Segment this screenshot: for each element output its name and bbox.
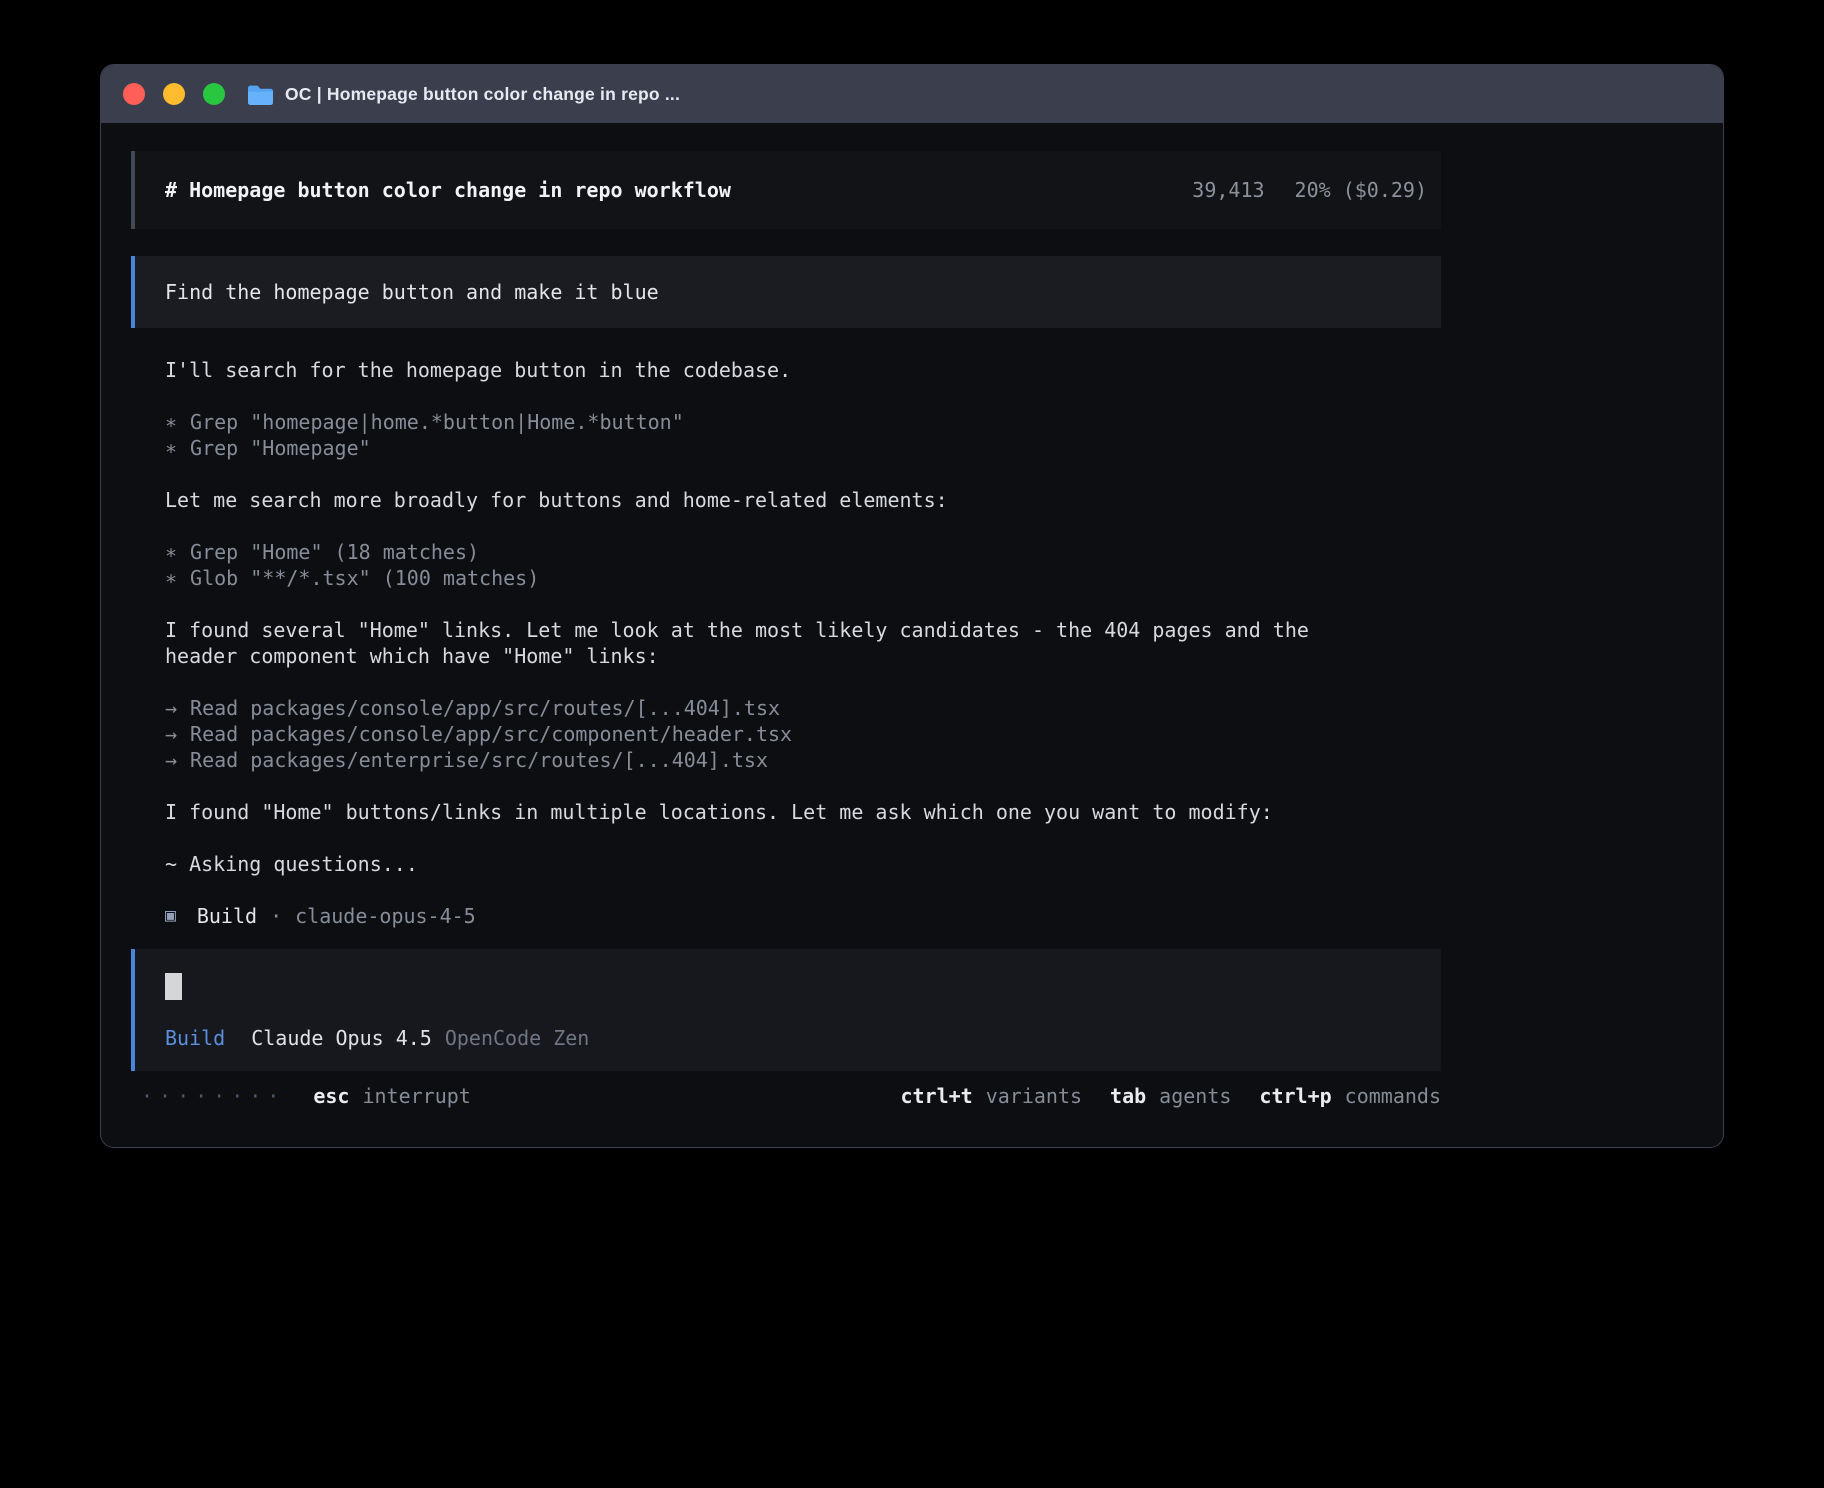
arrow-right-icon: → (165, 696, 177, 720)
assistant-text: header component which have "Home" links… (165, 643, 1441, 669)
terminal-content: # Homepage button color change in repo w… (101, 123, 1723, 1147)
session-stats: 39,413 20% ($0.29) (1192, 177, 1427, 203)
tool-call-line: ∗ Glob "**/*.tsx" (100 matches) (165, 565, 1441, 591)
file-read-line: → Read packages/enterprise/src/routes/[..… (165, 747, 1441, 773)
tool-call-icon: ∗ (165, 540, 177, 564)
model-label: Claude Opus 4.5 (251, 1025, 432, 1051)
tool-call-icon: ∗ (165, 566, 177, 590)
file-read-text: Read packages/console/app/src/routes/[..… (190, 696, 780, 720)
user-message: Find the homepage button and make it blu… (131, 256, 1441, 328)
context-cost: 20% ($0.29) (1295, 177, 1427, 203)
tool-call-line: ∗ Grep "homepage|home.*button|Home.*butto… (165, 409, 1441, 435)
agent-model: claude-opus-4-5 (295, 903, 476, 929)
variants-label: variants (986, 1083, 1082, 1109)
file-read-text: Read packages/console/app/src/component/… (190, 722, 792, 746)
assistant-paragraph: I found several "Home" links. Let me loo… (165, 617, 1441, 669)
tool-call-icon: ∗ (165, 436, 177, 460)
shortcut-variants: ctrl+t variants (900, 1083, 1082, 1109)
token-count: 39,413 (1192, 177, 1264, 203)
arrow-right-icon: → (165, 722, 177, 746)
ctrl-p-key-hint: ctrl+p (1259, 1083, 1331, 1109)
shortcut-commands: ctrl+p commands (1259, 1083, 1441, 1109)
tool-call-icon: ∗ (165, 410, 177, 434)
prompt-input[interactable]: Build Claude Opus 4.5 OpenCode Zen (131, 949, 1441, 1071)
traffic-lights (123, 83, 225, 105)
assistant-text: I found several "Home" links. Let me loo… (165, 617, 1441, 643)
tool-call-line: ∗ Grep "Homepage" (165, 435, 1441, 461)
zoom-button[interactable] (203, 83, 225, 105)
tool-call-text: Grep "Home" (18 matches) (190, 540, 479, 564)
esc-key-hint: esc (313, 1083, 349, 1109)
progress-dots: ········ (141, 1083, 285, 1109)
asking-status: ~ Asking questions... (165, 851, 1441, 877)
interrupt-label: interrupt (362, 1083, 470, 1109)
shortcut-agents: tab agents (1110, 1083, 1231, 1109)
agents-label: agents (1159, 1083, 1231, 1109)
file-read-text: Read packages/enterprise/src/routes/[...… (190, 748, 768, 772)
text-cursor (165, 973, 182, 1000)
assistant-text: I'll search for the homepage button in t… (165, 357, 1441, 383)
file-read-line: → Read packages/console/app/src/routes/[.… (165, 695, 1441, 721)
tool-call-line: ∗ Grep "Home" (18 matches) (165, 539, 1441, 565)
session-header: # Homepage button color change in repo w… (131, 151, 1441, 229)
window-title: OC | Homepage button color change in rep… (285, 84, 680, 105)
ctrl-t-key-hint: ctrl+t (900, 1083, 972, 1109)
file-read-group: → Read packages/console/app/src/routes/[.… (165, 695, 1441, 773)
status-left: ········ esc interrupt (131, 1083, 471, 1109)
folder-icon (247, 84, 274, 105)
user-message-text: Find the homepage button and make it blu… (165, 280, 659, 304)
status-bar: ········ esc interrupt ctrl+t variants t… (131, 1083, 1441, 1109)
terminal-window: OC | Homepage button color change in rep… (100, 64, 1724, 1148)
tool-call-text: Glob "**/*.tsx" (100 matches) (190, 566, 539, 590)
minimize-button[interactable] (163, 83, 185, 105)
provider-label: OpenCode Zen (445, 1025, 590, 1051)
assistant-text: I found "Home" buttons/links in multiple… (165, 799, 1441, 825)
tab-key-hint: tab (1110, 1083, 1146, 1109)
tool-call-group: ∗ Grep "Home" (18 matches) ∗ Glob "**/*.ts… (165, 539, 1441, 591)
assistant-text: Let me search more broadly for buttons a… (165, 487, 1441, 513)
dot-separator: · (270, 903, 282, 929)
mode-label: Build (165, 1025, 225, 1051)
tool-call-text: Grep "Homepage" (190, 436, 371, 460)
session-title: # Homepage button color change in repo w… (165, 177, 731, 203)
window-titlebar[interactable]: OC | Homepage button color change in rep… (101, 65, 1723, 123)
agent-icon: ▣ (165, 903, 176, 929)
assistant-response: I'll search for the homepage button in t… (131, 357, 1441, 929)
arrow-right-icon: → (165, 748, 177, 772)
status-right: ctrl+t variants tab agents ctrl+p comman… (872, 1083, 1441, 1109)
commands-label: commands (1345, 1083, 1441, 1109)
agent-row: ▣ Build · claude-opus-4-5 (165, 903, 1441, 929)
file-read-line: → Read packages/console/app/src/component… (165, 721, 1441, 747)
tool-call-group: ∗ Grep "homepage|home.*button|Home.*butto… (165, 409, 1441, 461)
agent-name: Build (197, 903, 257, 929)
input-footer: Build Claude Opus 4.5 OpenCode Zen (165, 1025, 1427, 1051)
tool-call-text: Grep "homepage|home.*button|Home.*button… (190, 410, 684, 434)
close-button[interactable] (123, 83, 145, 105)
